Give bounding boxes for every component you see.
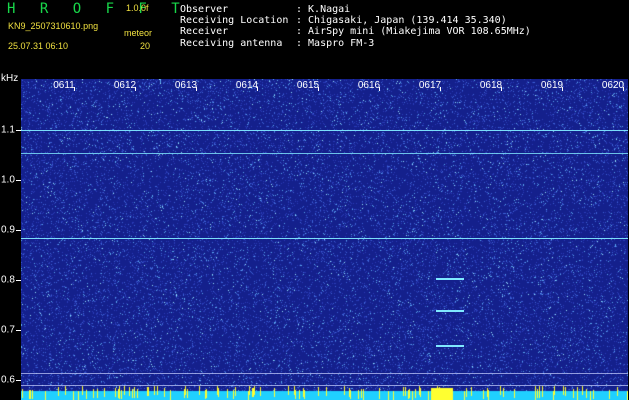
meteor-echo (436, 345, 464, 347)
timestamp-label: 25.07.31 06:10 (8, 41, 69, 51)
meteor-echo (436, 310, 464, 312)
y-tick-label: 1.1 (1, 124, 15, 136)
y-tick-label: 1.0 (1, 174, 15, 186)
y-tick-label: 0.9 (1, 224, 15, 236)
x-tick-label: 0616 (357, 80, 381, 91)
y-tick-mark (16, 230, 21, 231)
y-tick-label: 0.7 (1, 324, 15, 336)
info-value-observer: : K.Nagai (296, 4, 351, 15)
y-tick-label: 0.8 (1, 274, 15, 286)
x-tick-label: 0612 (113, 80, 137, 91)
x-tick-label: 0619 (540, 80, 564, 91)
y-tick-mark (16, 180, 21, 181)
y-tick-mark (16, 130, 21, 131)
guide-line (21, 385, 628, 386)
carrier-line (21, 237, 628, 239)
y-tick-label: 0.6 (1, 374, 15, 386)
x-tick-label: 0617 (418, 80, 442, 91)
x-tick-mark (623, 87, 624, 91)
y-tick-mark (16, 280, 21, 281)
x-tick-label: 0615 (296, 80, 320, 91)
info-key-observer: Observer (180, 4, 229, 15)
x-tick-label: 0613 (174, 80, 198, 91)
x-tick-mark (562, 87, 563, 91)
carrier-line (21, 152, 628, 154)
x-tick-mark (501, 87, 502, 91)
x-tick-label: 0618 (479, 80, 503, 91)
version-label: 1.0.0f (126, 3, 149, 13)
info-value-receiver: : AirSpy mini (Miakejima VOR 108.65MHz) (296, 26, 531, 37)
noise-background (21, 79, 628, 400)
x-tick-mark (257, 87, 258, 91)
info-key-location: Receiving Location (180, 15, 289, 26)
guide-line (21, 372, 628, 374)
app-brand: H R O F F T (7, 1, 188, 17)
info-value-location: : Chigasaki, Japan (139.414 35.340) (296, 15, 507, 26)
x-tick-label: 0620 (601, 80, 625, 91)
x-tick-label: 0611 (53, 80, 75, 91)
info-key-antenna: Receiving antenna (180, 38, 283, 49)
spectrogram-plot (21, 79, 628, 400)
y-tick-mark (16, 330, 21, 331)
info-value-antenna: : Maspro FM-3 (296, 38, 375, 49)
y-tick-mark (16, 380, 21, 381)
x-tick-mark (74, 87, 75, 91)
filename-label: KN9_2507310610.png (8, 21, 99, 31)
x-tick-label: 0614 (235, 80, 259, 91)
info-key-receiver: Receiver (180, 26, 229, 37)
x-tick-mark (318, 87, 319, 91)
meteor-echo (436, 277, 464, 280)
meteor-count: 20 (140, 41, 151, 51)
carrier-line (21, 130, 628, 131)
x-tick-mark (135, 87, 136, 91)
x-tick-mark (440, 87, 441, 91)
y-axis-unit: kHz (1, 73, 19, 84)
x-tick-mark (196, 87, 197, 91)
meteor-label: meteor (124, 28, 153, 38)
x-tick-mark (379, 87, 380, 91)
header-panel: H R O F F T 1.0.0f KN9_2507310610.png 25… (0, 0, 629, 72)
